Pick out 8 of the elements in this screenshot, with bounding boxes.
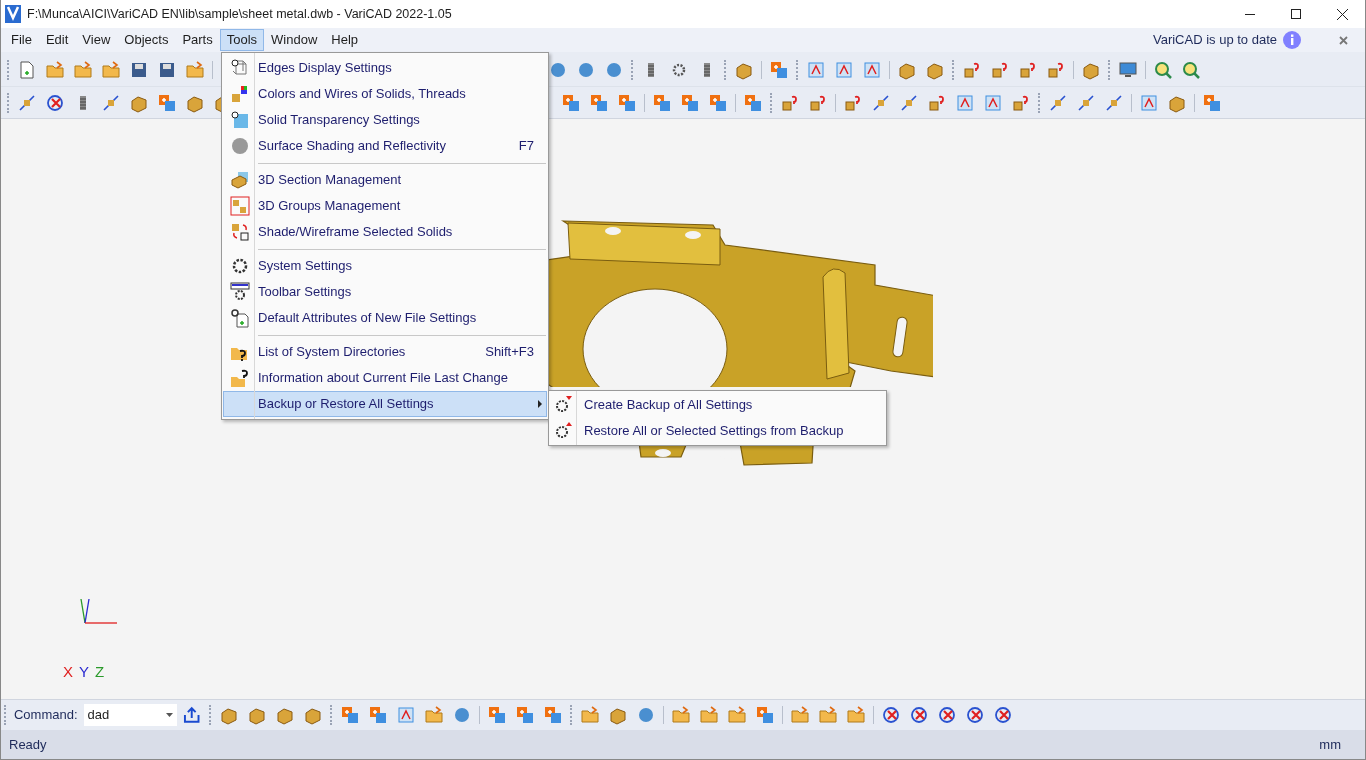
window-title: F:\Munca\AICI\VariCAD EN\lib\sample\sheet metal.dwb - VariCAD 2022-1.05: [27, 5, 452, 23]
x-axis-label: X: [63, 662, 73, 682]
command-label: Command:: [13, 706, 78, 725]
status-text: Ready: [9, 735, 47, 754]
update-status-text: VariCAD is up to date: [1152, 31, 1277, 50]
units-text: mm: [1319, 735, 1341, 754]
z-axis-label: Z: [95, 662, 105, 682]
y-axis-label: Y: [79, 662, 90, 682]
